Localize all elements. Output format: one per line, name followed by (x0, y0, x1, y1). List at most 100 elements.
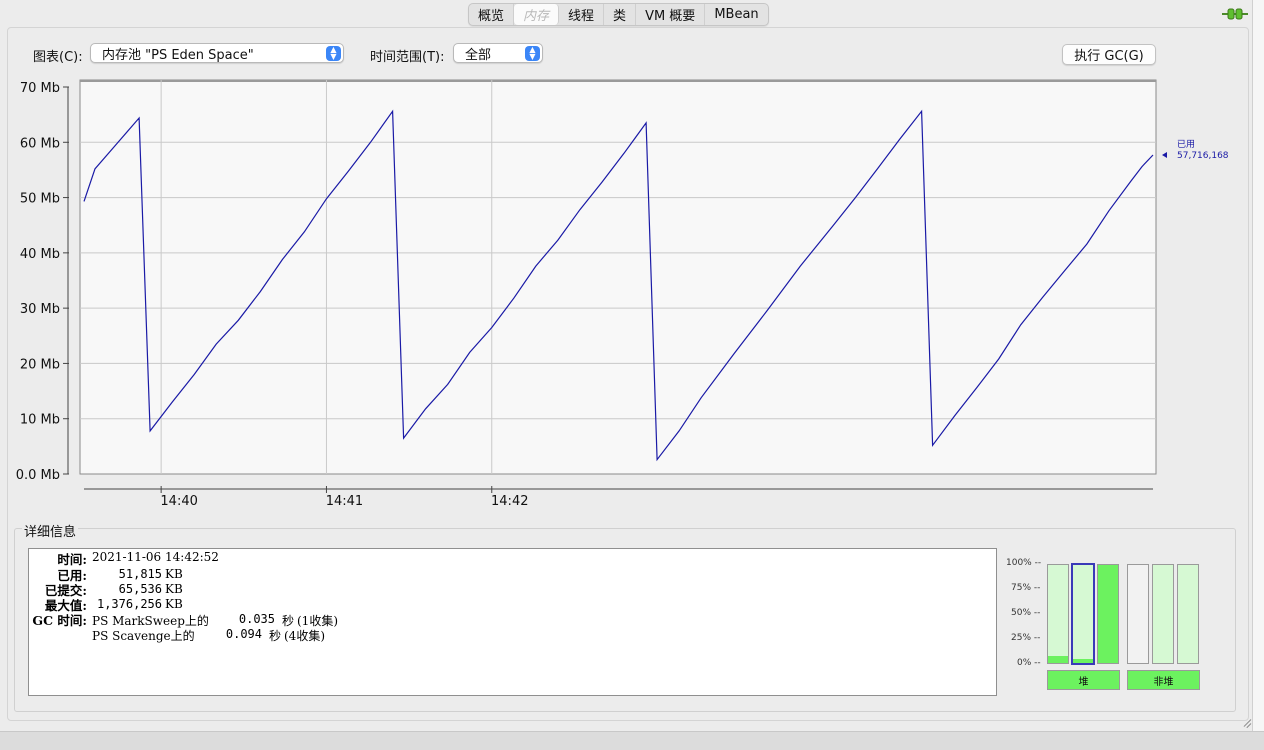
series-point (976, 387, 978, 389)
series-point (1141, 166, 1143, 168)
series-point (425, 408, 427, 410)
details-title: 详细信息 (22, 521, 79, 540)
max-unit: KB (165, 597, 183, 611)
y-tick-label: 10 Mb (20, 413, 60, 428)
memory-chart: 0.0 Mb 10 Mb 20 Mb 30 Mb 40 Mb 50 Mb 60 Mb 70 M… (16, 79, 1229, 509)
y-tick-label: 0.0 Mb (16, 468, 60, 483)
legend-name: 已用 (1177, 139, 1195, 150)
gauge-tick-label: 50% -- (1011, 608, 1041, 618)
series-point (1064, 270, 1066, 272)
committed-value: 65,536 (118, 582, 162, 596)
y-tick-label: 60 Mb (20, 136, 60, 151)
series-point (138, 117, 140, 119)
gc-row-name: PS Scavenge上的 (92, 629, 195, 643)
gc-row-seconds: 0.035 (238, 612, 275, 626)
series-point (348, 170, 350, 172)
series-point (921, 110, 923, 112)
gc-row-seconds: 0.094 (225, 627, 262, 641)
series-point (932, 444, 934, 446)
gauge-tick-label: 25% -- (1011, 633, 1041, 643)
series-point (491, 327, 493, 329)
y-tick-label: 20 Mb (20, 357, 60, 372)
series-point (766, 309, 768, 311)
nonheap-pool-bar[interactable] (1127, 564, 1149, 664)
series-point (557, 239, 559, 241)
series-point (149, 430, 151, 432)
resize-grip-icon[interactable] (1239, 716, 1252, 729)
series-point (94, 168, 96, 170)
series-point (370, 141, 372, 143)
window-edge (1252, 0, 1264, 731)
x-tick-label: 14:40 (160, 494, 197, 509)
used-value: 51,815 (118, 567, 162, 581)
series-point (579, 209, 581, 211)
series-point (832, 224, 834, 226)
series-point (281, 259, 283, 261)
series-point (1086, 243, 1088, 245)
nonheap-pool-bar[interactable] (1177, 564, 1199, 664)
series-point (623, 152, 625, 154)
gc-time-key: GC 时间: (32, 613, 87, 628)
series-point (998, 358, 1000, 360)
used-unit: KB (165, 567, 183, 581)
series-point (1042, 296, 1044, 298)
y-tick-label: 40 Mb (20, 247, 60, 262)
series-point (83, 200, 85, 202)
committed-unit: KB (165, 582, 183, 596)
heap-pool-bar[interactable] (1097, 564, 1119, 664)
bar-fill (1073, 659, 1093, 663)
time-value: 2021-11-06 14:42:52 (92, 550, 219, 564)
series-point (601, 181, 603, 183)
series-point (193, 374, 195, 376)
series-point (1152, 154, 1154, 156)
series-point (535, 265, 537, 267)
heap-label-button[interactable]: 堆 (1047, 670, 1120, 690)
bar-fill (1098, 565, 1118, 663)
gauge-tick-label: 75% -- (1011, 583, 1041, 593)
series-point (954, 415, 956, 417)
bar-fill (1048, 656, 1068, 663)
nonheap-pool-bar[interactable] (1152, 564, 1174, 664)
series-point (799, 265, 801, 267)
y-tick-label: 50 Mb (20, 192, 60, 207)
gc-row-sec-unit: 秒 (269, 629, 282, 643)
gauge-tick-label: 0% -- (1017, 658, 1041, 668)
heap-pool-bar[interactable] (1047, 564, 1069, 664)
gc-row-count: (4收集) (284, 629, 325, 643)
max-value: 1,376,256 (96, 597, 162, 611)
series-point (678, 430, 680, 432)
series-point (1020, 324, 1022, 326)
series-point (733, 353, 735, 355)
series-point (303, 231, 305, 233)
series-point (215, 343, 217, 345)
series-point (259, 291, 261, 293)
series-point (469, 351, 471, 353)
series-point (700, 397, 702, 399)
y-tick-label: 70 Mb (20, 81, 60, 96)
series-point (1108, 210, 1110, 212)
series-point (1130, 180, 1132, 182)
memory-window: 概览 内存 线程 类 VM 概要 MBean 图表(C): 内存池 "PS Ed… (0, 0, 1252, 731)
series-point (447, 383, 449, 385)
series-point (403, 437, 405, 439)
series-point (326, 198, 328, 200)
series-point (899, 139, 901, 141)
series-point (656, 459, 658, 461)
gauge-tick-label: 100% -- (1006, 558, 1042, 568)
series-point (854, 197, 856, 199)
legend-marker-icon (1162, 152, 1167, 159)
heap-pool-bar[interactable] (1071, 563, 1095, 665)
nonheap-label-button[interactable]: 非堆 (1127, 670, 1200, 690)
series-point (645, 122, 647, 124)
y-tick-label: 30 Mb (20, 302, 60, 317)
series-point (237, 319, 239, 321)
legend-value: 57,716,168 (1177, 151, 1229, 161)
series-point (116, 142, 118, 144)
x-tick-label: 14:42 (491, 494, 528, 509)
series-point (171, 401, 173, 403)
status-strip (0, 731, 1264, 750)
series-point (513, 297, 515, 299)
plot-area (79, 79, 1157, 475)
series-point (877, 168, 879, 170)
x-tick-label: 14:41 (326, 494, 363, 509)
